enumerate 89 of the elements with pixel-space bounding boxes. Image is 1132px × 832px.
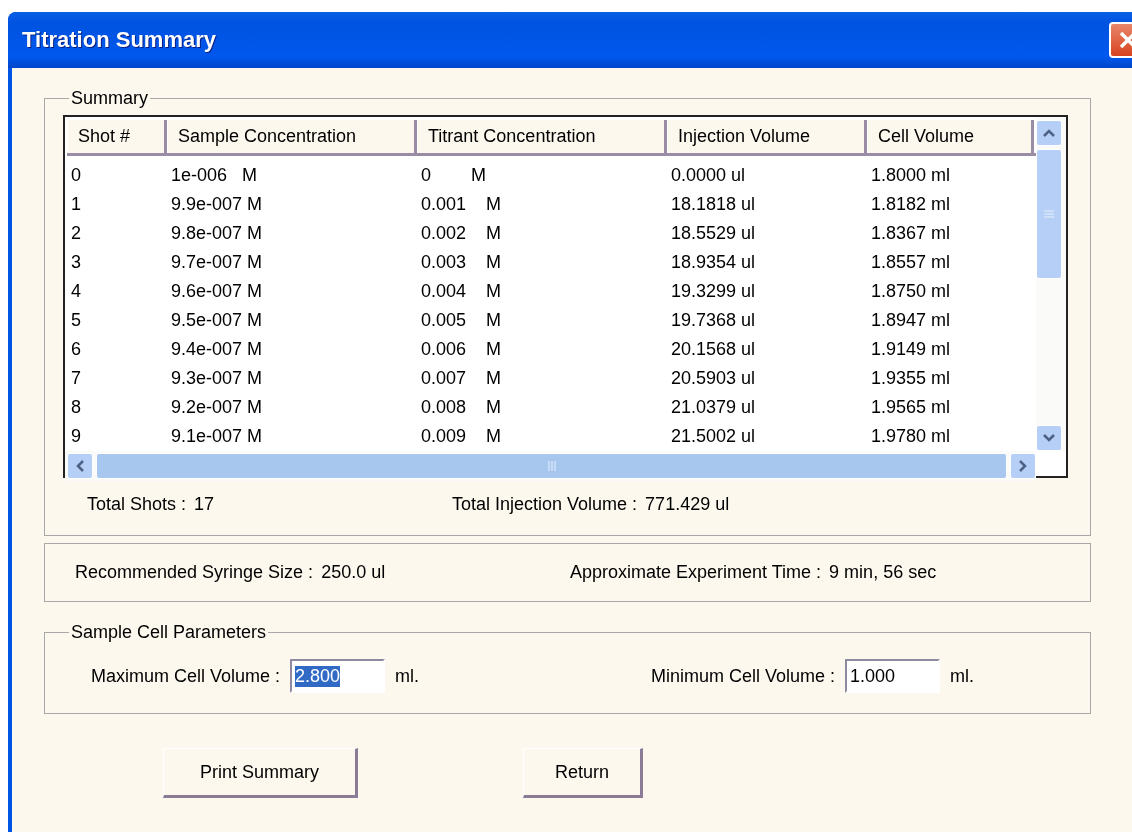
input-field[interactable]: 1.000: [845, 659, 941, 693]
unit-label: ml.: [395, 665, 420, 687]
table-cell-text: 9.6e-007 M: [170, 281, 264, 302]
table-cell-text: 19.3299 ul: [670, 281, 757, 302]
table-cell-text: 1.9780 ml: [870, 426, 952, 447]
table-cell-text: 5: [70, 310, 82, 331]
table-cell-text: 20.1568 ul: [670, 339, 757, 360]
print-button[interactable]: Print Summary: [163, 748, 358, 798]
scroll-up-button[interactable]: [1036, 120, 1062, 146]
column-header[interactable]: Injection Volume: [667, 120, 867, 153]
table-cell-text: 0.006 M: [420, 339, 503, 360]
table-cell-text: 18.9354 ul: [670, 252, 757, 273]
table-cell-text: 1: [70, 194, 82, 215]
column-header[interactable]: Cell Volume: [867, 120, 1034, 153]
estimate-value: 250.0 ul: [321, 562, 386, 583]
scroll-right-button[interactable]: [1010, 453, 1036, 479]
table-cell-text: 18.5529 ul: [670, 223, 757, 244]
grip-icon: [1044, 210, 1054, 218]
chevron-down-icon: [1042, 433, 1056, 443]
scroll-down-button[interactable]: [1036, 425, 1062, 451]
table-cell-text: 0: [70, 165, 82, 186]
table-cell-text: 9.7e-007 M: [170, 252, 264, 273]
vertical-scrollbar[interactable]: [1036, 117, 1066, 451]
table-cell-text: 1.8947 ml: [870, 310, 952, 331]
table-cell-text: 6: [70, 339, 82, 360]
group-label: Sample Cell Parameters: [70, 622, 268, 643]
chevron-right-icon: [1018, 459, 1028, 473]
table-cell-text: 0.004 M: [420, 281, 503, 302]
table-cell-text: 19.7368 ul: [670, 310, 757, 331]
column-header[interactable]: Titrant Concentration: [417, 120, 667, 153]
chevron-left-icon: [75, 459, 85, 473]
chevron-up-icon: [1042, 128, 1056, 138]
table-cell-text: 0 M: [420, 165, 487, 186]
table-cell-text: 9.5e-007 M: [170, 310, 264, 331]
table-cell-text: 9.2e-007 M: [170, 397, 264, 418]
table-cell-text: 0.005 M: [420, 310, 503, 331]
field-label: Maximum Cell Volume :: [91, 665, 281, 687]
table-cell-text: 1.8182 ml: [870, 194, 952, 215]
total-value: 17: [194, 494, 215, 515]
field-label: Minimum Cell Volume :: [651, 665, 836, 687]
table-cell-text: 2: [70, 223, 82, 244]
table-cell-text: 1.9565 ml: [870, 397, 952, 418]
table-cell-text: 3: [70, 252, 82, 273]
grip-icon: [547, 461, 556, 471]
horizontal-scrollbar[interactable]: [65, 451, 1036, 481]
table-cell-text: 18.1818 ul: [670, 194, 757, 215]
table-cell-text: 1.8750 ml: [870, 281, 952, 302]
return-button[interactable]: Return: [523, 748, 643, 798]
unit-label: ml.: [950, 665, 975, 687]
table-cell-text: 8: [70, 397, 82, 418]
table-cell-text: 1.8557 ml: [870, 252, 952, 273]
scroll-thumb[interactable]: [1036, 149, 1062, 279]
table-cell-text: 1.8000 ml: [870, 165, 952, 186]
table-cell-text: 0.002 M: [420, 223, 503, 244]
close-icon: [1118, 30, 1132, 50]
estimate-value: 9 min, 56 sec: [829, 562, 937, 583]
input-field[interactable]: 2.800: [290, 659, 386, 693]
table-cell-text: 0.009 M: [420, 426, 503, 447]
table-cell-text: 9.1e-007 M: [170, 426, 264, 447]
table-cell-text: 9.3e-007 M: [170, 368, 264, 389]
table-cell-text: 21.0379 ul: [670, 397, 757, 418]
table-cell-text: 9: [70, 426, 82, 447]
table-cell-text: 1e-006 M: [170, 165, 259, 186]
table-cell-text: 9.9e-007 M: [170, 194, 264, 215]
table-cell-text: 1.8367 ml: [870, 223, 952, 244]
table-cell-text: 0.001 M: [420, 194, 503, 215]
column-header[interactable]: Shot #: [67, 120, 167, 153]
table-cell-text: 20.5903 ul: [670, 368, 757, 389]
total-label: Total Injection Volume :: [452, 494, 638, 515]
window-title: Titration Summary: [22, 27, 216, 53]
table-cell-text: 0.003 M: [420, 252, 503, 273]
table-cell-text: 21.5002 ul: [670, 426, 757, 447]
table-cell-text: 9.8e-007 M: [170, 223, 264, 244]
table-cell-text: 0.0000 ul: [670, 165, 747, 186]
scroll-left-button[interactable]: [67, 453, 93, 479]
table-cell-text: 1.9149 ml: [870, 339, 952, 360]
table-cell-text: 7: [70, 368, 82, 389]
scroll-thumb[interactable]: [96, 453, 1007, 479]
total-value: 771.429 ul: [645, 494, 730, 515]
estimate-label: Recommended Syringe Size :: [75, 562, 314, 583]
table-cell-text: 0.007 M: [420, 368, 503, 389]
group-label: Summary: [70, 88, 149, 109]
table-cell-text: 0.008 M: [420, 397, 503, 418]
total-label: Total Shots :: [87, 494, 187, 515]
table-cell-text: 1.9355 ml: [870, 368, 952, 389]
table-cell-text: 9.4e-007 M: [170, 339, 264, 360]
table-cell-text: 4: [70, 281, 82, 302]
estimate-label: Approximate Experiment Time :: [570, 562, 822, 583]
column-header[interactable]: Sample Concentration: [167, 120, 417, 153]
